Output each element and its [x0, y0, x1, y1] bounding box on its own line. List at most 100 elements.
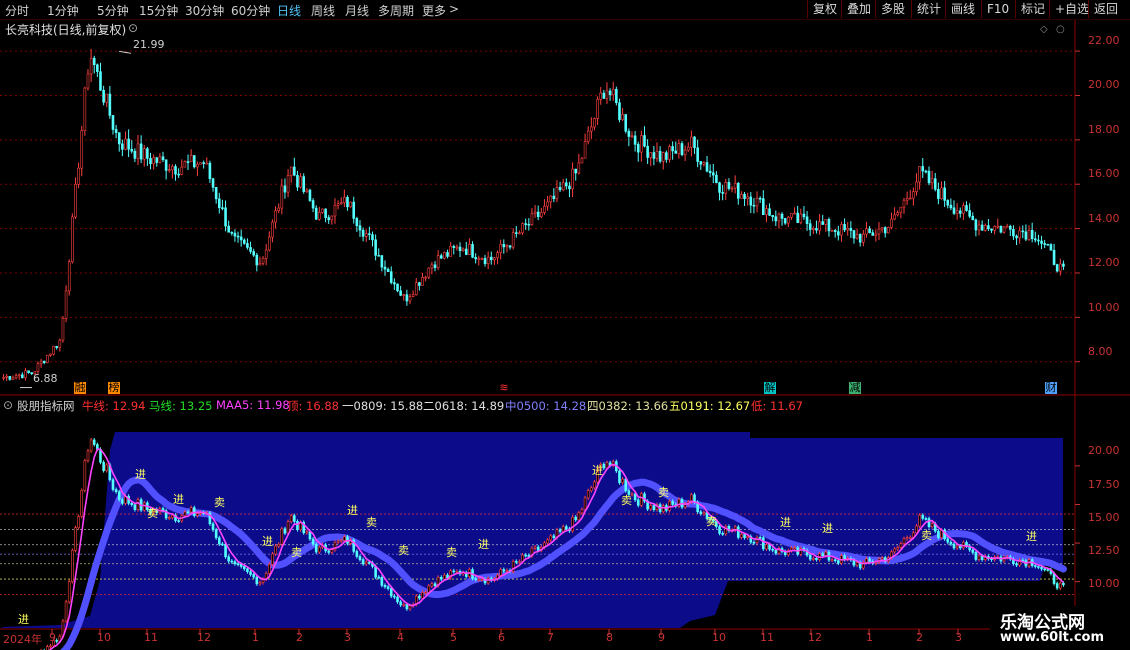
period-tab-weekly[interactable]: 周线: [311, 2, 335, 19]
candle-body: [846, 228, 850, 231]
period-tab-daily[interactable]: 日线: [277, 2, 301, 19]
candle-body: [346, 197, 349, 208]
ind-candle-body: [899, 543, 903, 548]
stock-title: 长亮科技(日线,前复权): [5, 23, 127, 37]
candle-body: [264, 249, 268, 259]
candle-body: [211, 178, 215, 188]
event-badge-reduce[interactable]: 减: [849, 382, 861, 394]
ind-candle-body: [577, 512, 581, 521]
candle-body: [133, 150, 137, 159]
candle-body: [352, 201, 356, 219]
period-tab-multi[interactable]: 多周期: [378, 2, 414, 19]
candle-body: [883, 227, 887, 234]
candle-body: [1033, 238, 1037, 241]
candle-body: [471, 244, 474, 258]
period-tab-fenshi[interactable]: 分时: [5, 2, 29, 19]
period-tab-30min[interactable]: 30分钟: [185, 2, 224, 19]
period-tab-monthly[interactable]: 月线: [345, 2, 369, 19]
event-badge-unlock[interactable]: 解: [764, 382, 776, 394]
ind-candle-body: [424, 591, 427, 594]
candle-body: [427, 267, 431, 278]
candle-body: [355, 218, 359, 226]
candle-body: [1015, 235, 1018, 239]
candle-body: [590, 126, 593, 132]
candle-body: [480, 258, 484, 260]
candle-body: [968, 210, 971, 217]
candle-body: [993, 226, 996, 231]
event-badge-finance[interactable]: 财: [1045, 382, 1057, 394]
candle-body: [336, 203, 340, 206]
ind-candle-body: [255, 576, 259, 585]
candle-body: [965, 205, 968, 211]
candle-body: [818, 221, 821, 231]
candle-body: [580, 157, 584, 164]
ind-candle-body: [55, 640, 59, 642]
candle-body: [974, 219, 978, 231]
draw-line-button[interactable]: 画线: [945, 0, 980, 18]
period-tab-15min[interactable]: 15分钟: [139, 2, 178, 19]
candle-body: [990, 228, 993, 231]
candle-body: [1012, 229, 1015, 237]
candle-body: [205, 162, 209, 165]
ind-candle-body: [286, 521, 290, 534]
ind-candle-body: [955, 545, 959, 549]
ind-candle-body: [743, 534, 746, 538]
ind-candle-body: [117, 491, 121, 500]
ind-candle-body: [171, 514, 174, 518]
mark-button[interactable]: 标记: [1015, 0, 1050, 18]
candle-body: [521, 223, 524, 234]
candle-body: [414, 282, 418, 295]
candle-body: [380, 255, 384, 268]
period-tab-60min[interactable]: 60分钟: [231, 2, 270, 19]
ind-top: 顶: 16.88: [287, 399, 339, 413]
candle-body: [511, 232, 515, 248]
candle-body: [621, 114, 624, 120]
event-badge-margin[interactable]: 融: [74, 382, 86, 394]
multi-stock-button[interactable]: 多股: [875, 0, 910, 18]
kline-chart-canvas[interactable]: [0, 20, 1130, 650]
ind-candle-body: [946, 538, 950, 543]
period-toolbar: 分时 1分钟 5分钟 15分钟 30分钟 60分钟 日线 周线 月线 多周期 更…: [0, 0, 1130, 20]
candle-body: [746, 196, 749, 199]
ind-candle-body: [289, 515, 293, 522]
candle-body: [671, 146, 674, 152]
back-button[interactable]: 返回: [1088, 0, 1123, 18]
period-tab-more[interactable]: 更多: [422, 2, 446, 19]
overlay-button[interactable]: 叠加: [841, 0, 876, 18]
candle-body: [702, 162, 706, 165]
period-tab-5min[interactable]: 5分钟: [97, 2, 129, 19]
chevron-right-icon[interactable]: >: [449, 2, 459, 16]
candle-body: [749, 196, 753, 206]
f10-button[interactable]: F10: [981, 0, 1014, 18]
candle-body: [799, 213, 803, 223]
indicator-name[interactable]: 股朋指标网: [17, 398, 75, 414]
candle-body: [555, 187, 559, 199]
event-badge-red[interactable]: ≋: [498, 382, 510, 394]
candle-body: [271, 221, 274, 238]
candle-body: [158, 156, 162, 163]
ind-candle-body: [455, 571, 459, 573]
candle-body: [496, 252, 499, 259]
circle-icon[interactable]: ○: [1056, 24, 1065, 35]
period-tab-1min[interactable]: 1分钟: [47, 2, 79, 19]
ind-candle-body: [499, 569, 502, 576]
dropdown-circle-icon[interactable]: ⊙: [128, 21, 138, 35]
diamond-icon[interactable]: ◇: [1040, 24, 1048, 35]
candle-body: [524, 223, 527, 225]
event-badge-list[interactable]: 榜: [108, 382, 120, 394]
dropdown-circle-icon[interactable]: ⊙: [3, 398, 13, 412]
statistics-button[interactable]: 统计: [911, 0, 946, 18]
y-tick-label: 18.00: [1088, 123, 1120, 136]
ind-candle-body: [758, 537, 762, 539]
candle-body: [752, 204, 756, 207]
candle-body: [389, 271, 393, 283]
candle-body: [905, 198, 909, 201]
fuquan-button[interactable]: 复权: [807, 0, 842, 18]
ind-candle-body: [393, 595, 396, 598]
candle-body: [980, 224, 984, 231]
candle-body: [783, 218, 787, 224]
ind-candle-body: [552, 535, 556, 538]
sell-signal: 卖: [147, 507, 158, 520]
candle-body: [236, 235, 240, 238]
ind-candle-body: [318, 546, 321, 553]
